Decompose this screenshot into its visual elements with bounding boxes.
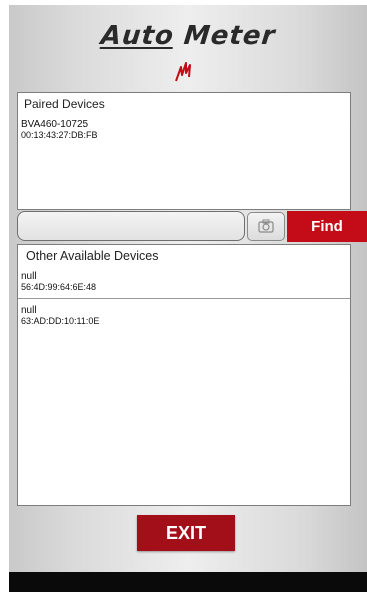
device-address: 63:AD:DD:10:11:0E xyxy=(21,316,100,326)
device-address: 00:13:43:27:DB:FB xyxy=(21,130,98,140)
paired-devices-header: Paired Devices xyxy=(24,97,105,111)
other-device-item[interactable]: null 56:4D:99:64:6E:48 xyxy=(18,267,350,293)
paired-device-item[interactable]: BVA460-10725 00:13:43:27:DB:FB xyxy=(18,115,350,141)
logo-needle-icon xyxy=(175,62,191,82)
camera-scan-button[interactable] xyxy=(247,212,285,241)
other-device-item[interactable]: null 63:AD:DD:10:11:0E xyxy=(18,299,350,327)
device-name: BVA460-10725 xyxy=(21,119,89,130)
device-search-input[interactable] xyxy=(17,211,245,241)
auto-meter-logo: Auto Meter xyxy=(9,21,367,51)
device-name: null xyxy=(21,271,37,282)
device-name: null xyxy=(21,305,37,316)
exit-button[interactable]: EXIT xyxy=(137,515,235,551)
device-address: 56:4D:99:64:6E:48 xyxy=(21,282,97,292)
paired-devices-panel: Paired Devices BVA460-10725 00:13:43:27:… xyxy=(17,92,351,210)
logo-word-meter: Meter xyxy=(182,21,277,51)
logo-wordmark: Auto Meter xyxy=(99,21,277,51)
camera-icon xyxy=(258,219,274,233)
logo-word-auto: Auto xyxy=(99,21,176,51)
system-nav-bar xyxy=(9,572,367,592)
other-devices-header: Other Available Devices xyxy=(26,249,159,263)
find-button[interactable]: Find xyxy=(287,211,367,242)
other-devices-panel: Other Available Devices null 56:4D:99:64… xyxy=(17,244,351,506)
